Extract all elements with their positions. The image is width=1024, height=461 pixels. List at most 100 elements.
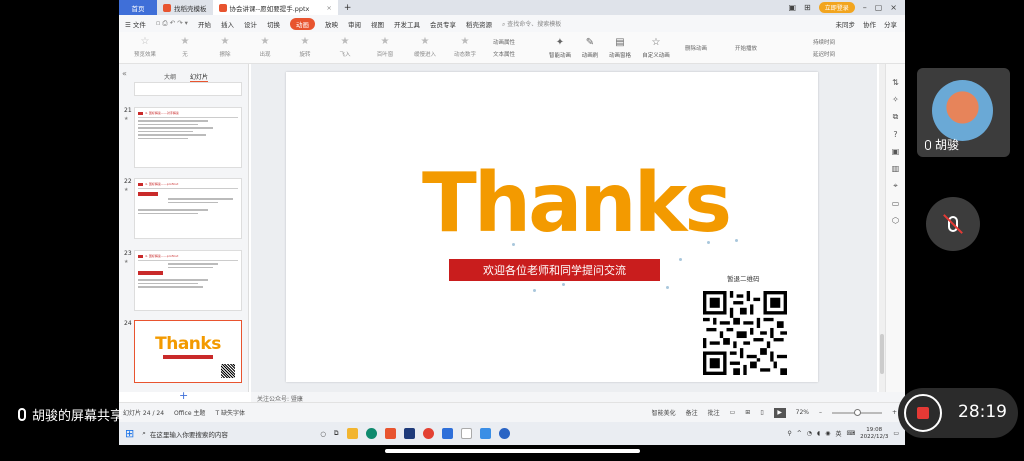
task-view-icon[interactable]: ⧉ xyxy=(334,429,339,438)
quick-access-icons[interactable]: ▫ ⎙ ↶ ↷ ▾ xyxy=(156,19,188,28)
tab-outline[interactable]: 大纲 xyxy=(164,72,176,82)
pin-icon[interactable]: ✧ xyxy=(892,95,899,104)
wechat-icon[interactable]: ◉ xyxy=(825,430,830,437)
zoom-slider-knob[interactable] xyxy=(853,408,861,416)
smart-animation-button[interactable]: ✦ 智能动画 xyxy=(545,37,575,59)
sync-button[interactable]: 未同步 xyxy=(836,19,856,29)
help-icon[interactable]: ? xyxy=(893,130,897,139)
add-tab-button[interactable]: + xyxy=(338,3,352,13)
location-icon[interactable]: ⌖ xyxy=(893,181,898,191)
scrollbar-thumb[interactable] xyxy=(880,334,884,374)
effect-slow-enter[interactable]: ★ 缓慢进入 xyxy=(405,37,445,59)
login-button[interactable]: 立即登录 xyxy=(818,2,855,13)
notes-area[interactable]: 关注公众号: 暨康 xyxy=(251,392,905,403)
zoom-level[interactable]: 72% xyxy=(796,409,809,416)
text-property-dropdown[interactable]: 文本属性 xyxy=(493,50,545,58)
normal-view-icon[interactable]: ▭ xyxy=(730,409,736,416)
menu-item-view[interactable]: 视图 xyxy=(371,19,384,29)
menu-item-member[interactable]: 会员专享 xyxy=(430,19,456,29)
edge-icon[interactable] xyxy=(365,428,377,439)
taskbar-search[interactable]: ⌕ 在这里输入你要搜索的内容 xyxy=(142,426,312,442)
animation-pane-button[interactable]: ▤ 动画窗格 xyxy=(605,37,635,59)
maximize-icon[interactable]: ▢ xyxy=(875,3,883,12)
animation-brush-button[interactable]: ✎ 动画刷 xyxy=(575,37,605,59)
network-icon[interactable]: ◔ xyxy=(807,430,812,437)
command-search[interactable]: ⌕ 查找命令、搜索模板 xyxy=(502,19,561,29)
menu-item-animation[interactable]: 动画 xyxy=(289,17,315,30)
volume-icon[interactable]: ◖ xyxy=(817,430,820,437)
mail-icon[interactable] xyxy=(441,428,453,439)
people-icon[interactable]: ⚲ xyxy=(787,430,791,437)
text-app-icon[interactable] xyxy=(460,428,472,439)
slide-thumbnail[interactable]: 4. 国标解读——对手解读 xyxy=(134,107,242,168)
custom-animation-button[interactable]: ☆ 自定义动画 xyxy=(635,37,677,59)
grid-icon[interactable]: ⊞ xyxy=(804,3,811,12)
mute-toggle-button[interactable] xyxy=(926,197,980,251)
close-icon[interactable]: × xyxy=(890,3,897,12)
duration-field[interactable]: 持续时间 xyxy=(813,38,873,46)
menu-file[interactable]: ☰ 文件 xyxy=(125,19,146,29)
effect-blinds[interactable]: ★ 百叶窗 xyxy=(365,37,405,59)
cube-icon[interactable]: ⬡ xyxy=(892,216,899,225)
sorter-view-icon[interactable]: ⊞ xyxy=(745,409,750,416)
image-icon[interactable]: ▣ xyxy=(892,147,900,156)
effect-none[interactable]: ★ 无 xyxy=(165,37,205,59)
shapes-icon[interactable]: ⧉ xyxy=(893,112,899,122)
effect-spin[interactable]: ★ 旋转 xyxy=(285,37,325,59)
layout-icon[interactable]: ▣ xyxy=(788,3,796,12)
present-icon[interactable]: ▭ xyxy=(892,199,900,208)
chart-icon[interactable]: ▥ xyxy=(892,164,900,173)
keyboard-icon[interactable]: ⌨ xyxy=(846,430,855,437)
play-slideshow-button[interactable]: ▶ xyxy=(773,407,786,418)
tab-document[interactable]: 协会讲课--愿如要提手.pptx × xyxy=(212,0,338,15)
slide-subtitle-bar[interactable]: 欢迎各位老师和同学提问交流 xyxy=(449,259,660,281)
effect-appear[interactable]: ★ 出现 xyxy=(245,37,285,59)
zoom-in-icon[interactable]: + xyxy=(892,409,897,416)
delay-field[interactable]: 延迟时间 xyxy=(813,50,873,58)
minimize-icon[interactable]: – xyxy=(863,3,867,12)
beautify-button[interactable]: 智能美化 xyxy=(652,408,676,417)
tab-home[interactable]: 首页 xyxy=(119,0,157,15)
tray-chevron-icon[interactable]: ^ xyxy=(797,430,802,437)
menu-item-devtools[interactable]: 开发工具 xyxy=(394,19,420,29)
effect-wipe[interactable]: ★ 擦除 xyxy=(205,37,245,59)
preview-effect-button[interactable]: ☆ 预览效果 xyxy=(125,37,165,59)
slide-title[interactable]: Thanks xyxy=(422,163,732,245)
ime-indicator[interactable]: 英 xyxy=(835,429,841,438)
menu-item-insert[interactable]: 插入 xyxy=(221,19,234,29)
menu-item-resources[interactable]: 稻壳资源 xyxy=(466,19,492,29)
participant-card[interactable]: 胡骏 xyxy=(917,68,1010,157)
tab-slides[interactable]: 幻灯片 xyxy=(190,72,209,82)
photos-icon[interactable] xyxy=(479,428,491,439)
browser-icon[interactable] xyxy=(498,428,510,439)
slide-thumbnail-selected[interactable]: Thanks xyxy=(134,320,242,383)
menu-item-review[interactable]: 审阅 xyxy=(348,19,361,29)
collab-button[interactable]: 协作 xyxy=(863,19,876,29)
taskbar-clock[interactable]: 19:08 2022/12/3 xyxy=(860,427,888,441)
home-indicator[interactable] xyxy=(385,449,640,453)
zoom-out-icon[interactable]: – xyxy=(819,409,822,416)
menu-item-design[interactable]: 设计 xyxy=(244,19,257,29)
effect-fly-in[interactable]: ★ 飞入 xyxy=(325,37,365,59)
missing-font-button[interactable]: T 缺失字体 xyxy=(215,408,245,417)
add-slide-icon[interactable]: + xyxy=(179,389,188,402)
settings-sliders-icon[interactable]: ⇅ xyxy=(892,78,899,87)
animation-property-dropdown[interactable]: 动画属性 xyxy=(493,38,545,46)
explorer-icon[interactable] xyxy=(346,428,358,439)
share-button[interactable]: 分享 xyxy=(884,19,897,29)
menu-item-start[interactable]: 开始 xyxy=(198,19,211,29)
close-tab-icon[interactable]: × xyxy=(326,4,331,12)
stop-recording-button[interactable] xyxy=(904,394,942,432)
reading-view-icon[interactable]: ▯ xyxy=(760,409,763,416)
cortana-icon[interactable]: ○ xyxy=(320,430,326,438)
notes-toggle[interactable]: 备注 xyxy=(686,408,698,417)
menu-item-transition[interactable]: 切换 xyxy=(267,19,280,29)
app-icon[interactable] xyxy=(403,428,415,439)
delete-animation-button[interactable]: 删除动画 xyxy=(685,44,727,52)
zoom-slider[interactable] xyxy=(831,408,882,416)
chrome-icon[interactable] xyxy=(422,428,434,439)
slide-24[interactable]: Thanks 欢迎各位老师和同学提问交流 暂退二维码 xyxy=(286,72,818,382)
menu-item-slideshow[interactable]: 放映 xyxy=(325,19,338,29)
wps-icon[interactable] xyxy=(384,428,396,439)
slide-thumbnail[interactable]: 4. 国标解读——proficut xyxy=(134,178,242,239)
